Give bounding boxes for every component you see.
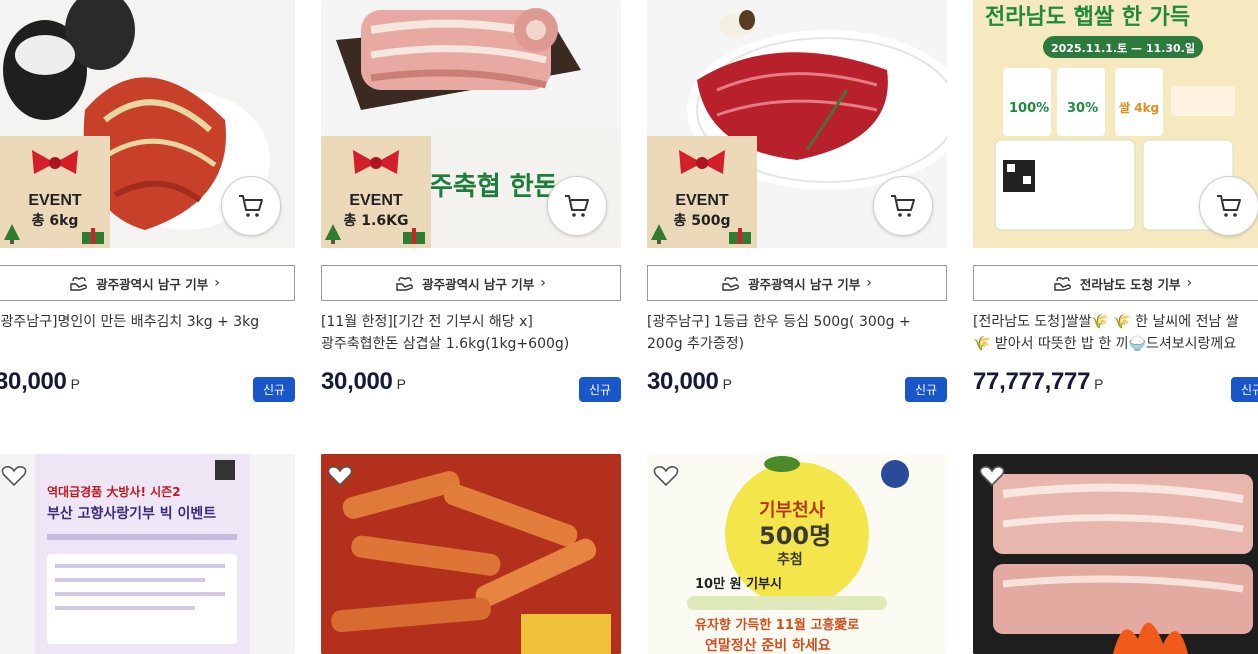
poster-line-3: 추첨 <box>777 552 803 568</box>
tree-icon <box>325 224 341 244</box>
donation-label: 전라남도 도청 기부 <box>1079 276 1181 292</box>
chevron-right-icon: › <box>1186 275 1193 291</box>
donation-label: 광주광역시 남구 기부 <box>96 276 209 292</box>
event-label: EVENT <box>349 192 403 209</box>
product-title[interactable]: [광주남구] 1등급 한우 등심 500g( 300g + 200g 추가증정) <box>647 311 947 355</box>
pork-pack-illustration <box>973 454 1258 654</box>
event-label: EVENT <box>675 192 729 209</box>
donation-hand-icon <box>396 277 414 291</box>
yuzu-poster-illustration: 기부천사 500명 추첨 10만 원 기부시 유자향 가득한 11월 고흥愛로 … <box>647 454 947 654</box>
tree-icon <box>651 224 667 244</box>
product-title[interactable]: [전라남도 도청]쌀쌀🌾 🌾 한 날씨에 전남 쌀 🌾 받아서 따뜻한 밥 한 … <box>973 311 1258 355</box>
event-amount: 총 6kg <box>31 213 79 229</box>
event-badge: EVENT 총 6kg <box>0 136 110 248</box>
product-image[interactable]: EVENT 총 6kg <box>0 0 295 248</box>
tree-icon <box>4 224 20 244</box>
add-to-cart-button[interactable] <box>547 176 607 236</box>
tteokbokki-illustration <box>321 454 621 654</box>
poster-line-4: 10만 원 기부시 <box>695 576 782 592</box>
product-image[interactable]: 전라남도 햅쌀 한 가득 2025.11.1.토 — 11.30.일 100% … <box>973 0 1258 248</box>
product-image[interactable]: 주축협 한돈 EVENT 총 1.6KG <box>321 0 621 248</box>
poster-line-5: 유자향 가득한 11월 고흥愛로 <box>695 617 859 633</box>
heart-icon[interactable] <box>653 464 679 488</box>
chevron-right-icon: › <box>214 275 220 291</box>
overlay-brand-text: 주축협 한돈 <box>429 172 558 202</box>
product-image[interactable]: EVENT 총 500g <box>647 0 947 248</box>
poster-pct-2: 30% <box>1067 101 1098 116</box>
chevron-right-icon: › <box>540 275 546 291</box>
event-badge: EVENT 총 1.6KG <box>321 136 431 248</box>
product-image[interactable] <box>321 454 621 654</box>
gift-icon <box>82 228 104 244</box>
heart-icon[interactable] <box>327 464 353 488</box>
ribbon-bow-icon <box>353 150 399 174</box>
poster-line-2: 부산 고향사랑기부 빅 이벤트 <box>47 505 216 522</box>
gift-icon <box>729 228 751 244</box>
gift-icon <box>403 228 425 244</box>
poster-pct-1: 100% <box>1009 101 1049 116</box>
product-image[interactable]: 역대급경품 大방사! 시즌2 부산 고향사랑기부 빅 이벤트 <box>0 454 295 654</box>
product-price: 30,000 P <box>647 368 732 395</box>
donation-hand-icon <box>1054 277 1071 291</box>
event-badge: EVENT 총 500g <box>647 136 757 248</box>
donation-region-button[interactable]: 광주광역시 남구 기부 › <box>0 265 295 301</box>
heart-icon[interactable] <box>979 464 1005 488</box>
add-to-cart-button[interactable] <box>873 176 933 236</box>
donation-region-button[interactable]: 전라남도 도청 기부 › <box>973 265 1258 301</box>
donation-region-button[interactable]: 광주광역시 남구 기부 › <box>321 265 621 301</box>
new-badge: 신규 <box>253 377 295 402</box>
product-title[interactable]: [11월 한정][기간 전 기부시 해당 x] 광주축협한돈 삼겹살 1.6kg… <box>321 311 621 355</box>
donation-hand-icon <box>70 277 88 291</box>
product-image[interactable]: 기부천사 500명 추첨 10만 원 기부시 유자향 가득한 11월 고흥愛로 … <box>647 454 947 654</box>
busan-poster-illustration: 역대급경품 大방사! 시즌2 부산 고향사랑기부 빅 이벤트 <box>35 454 250 654</box>
poster-line-6: 연말정산 준비 하세요 <box>705 637 831 654</box>
product-price: 77,777,777 P <box>973 368 1104 395</box>
poster-date: 2025.11.1.토 — 11.30.일 <box>1051 41 1195 55</box>
poster-line-1: 역대급경품 大방사! 시즌2 <box>47 484 181 499</box>
add-to-cart-button[interactable] <box>221 176 281 236</box>
product-image[interactable] <box>973 454 1258 654</box>
chevron-right-icon: › <box>866 275 872 291</box>
new-badge: 신규 <box>905 377 947 402</box>
product-title[interactable]: [광주남구]명인이 만든 배추김치 3kg + 3kg <box>0 311 295 333</box>
poster-line-2: 500명 <box>759 522 831 550</box>
ribbon-bow-icon <box>32 150 78 174</box>
donation-label: 광주광역시 남구 기부 <box>422 276 535 292</box>
product-price: 30,000 P <box>321 368 406 395</box>
poster-title: 전라남도 햅쌀 한 가득 <box>985 5 1190 30</box>
cart-icon <box>891 195 915 217</box>
new-badge: 신규 <box>1231 377 1258 402</box>
event-amount: 총 1.6KG <box>343 213 409 229</box>
cart-icon <box>565 195 589 217</box>
poster-rice: 쌀 4kg <box>1119 101 1159 115</box>
poster-line-1: 기부천사 <box>759 500 826 521</box>
event-label: EVENT <box>28 192 82 209</box>
donation-region-button[interactable]: 광주광역시 남구 기부 › <box>647 265 947 301</box>
product-price: 30,000 P <box>0 368 80 395</box>
donation-label: 광주광역시 남구 기부 <box>748 276 861 292</box>
add-to-cart-button[interactable] <box>1199 176 1258 236</box>
cart-icon <box>239 195 263 217</box>
heart-icon[interactable] <box>1 464 27 488</box>
cart-icon <box>1217 195 1241 217</box>
ribbon-bow-icon <box>679 150 725 174</box>
event-amount: 총 500g <box>673 213 731 229</box>
new-badge: 신규 <box>579 377 621 402</box>
donation-hand-icon <box>722 277 740 291</box>
